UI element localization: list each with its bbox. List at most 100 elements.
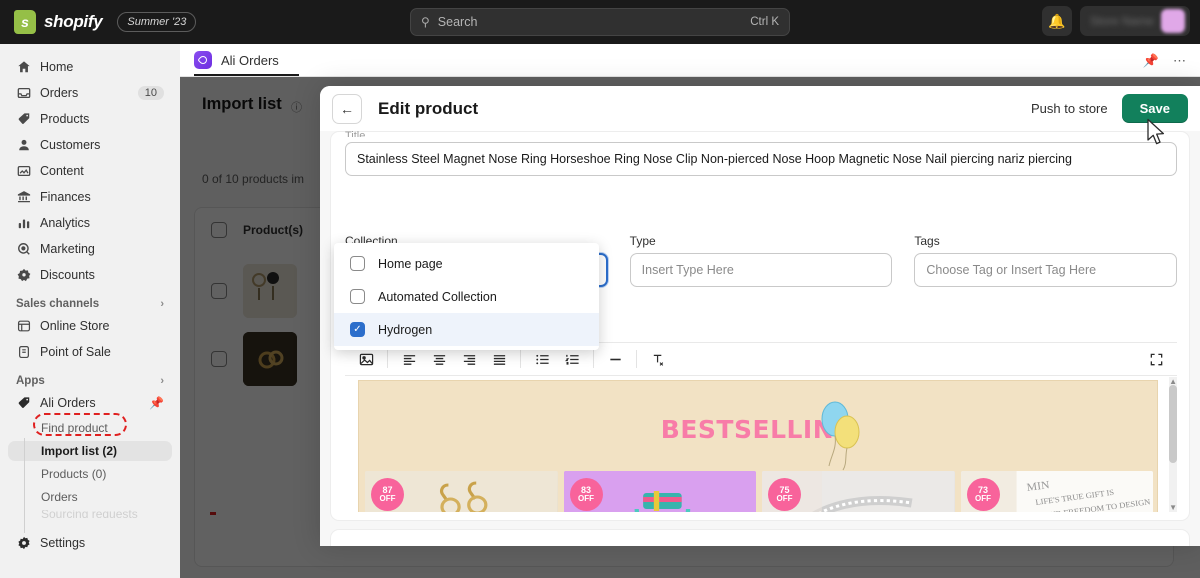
- toolbar-divider: [636, 350, 637, 368]
- description-scroll-down-icon[interactable]: ▼: [1169, 503, 1177, 512]
- type-input[interactable]: Insert Type Here: [629, 253, 893, 287]
- apps-label: Apps: [16, 375, 45, 387]
- app-submenu: Find product Import list (2) Products (0…: [0, 418, 180, 518]
- sidebar-item-label: Marketing: [40, 242, 95, 256]
- sidebar-item-label: Orders: [40, 86, 79, 100]
- sidebar-item-online-store[interactable]: Online Store: [8, 315, 172, 337]
- apps-section[interactable]: Apps ›: [16, 375, 164, 387]
- option-checkbox-checked[interactable]: ✓: [350, 322, 365, 337]
- option-checkbox[interactable]: [350, 289, 365, 304]
- back-arrow-icon: ←: [340, 100, 354, 117]
- product-title-input[interactable]: Stainless Steel Magnet Nose Ring Horsesh…: [345, 142, 1177, 176]
- discount-off-label: OFF: [578, 494, 594, 504]
- sidebar-item-products[interactable]: Products: [8, 108, 172, 130]
- discount-off-label: OFF: [776, 494, 793, 504]
- gear-icon: [16, 536, 31, 551]
- sidebar-item-home[interactable]: Home: [8, 56, 172, 78]
- pin-icon[interactable]: 📌: [1143, 53, 1159, 69]
- account-menu-button[interactable]: Store Name: [1079, 6, 1190, 36]
- clear-formatting-icon[interactable]: [643, 346, 673, 372]
- description-preview-area[interactable]: BESTSELLING 87 OFF 83 OFF 75 OFF MIN LIF…: [345, 377, 1177, 512]
- chevron-right-icon[interactable]: ›: [160, 298, 164, 310]
- pin-icon[interactable]: 📌: [149, 396, 164, 410]
- sub-item-label: Import list (2): [41, 444, 118, 458]
- products-tag-icon: [16, 112, 31, 127]
- sidebar-item-point-of-sale[interactable]: Point of Sale: [8, 341, 172, 363]
- modal-title: Edit product: [378, 98, 479, 118]
- sidebar-item-settings[interactable]: Settings: [8, 532, 172, 554]
- tags-input[interactable]: Choose Tag or Insert Tag Here: [914, 253, 1178, 287]
- dropdown-option-label: Automated Collection: [378, 289, 497, 304]
- notifications-button[interactable]: 🔔: [1041, 6, 1072, 36]
- sidebar-item-products-app[interactable]: Products (0): [8, 464, 172, 484]
- app-header: Ali Orders 📌 ⋯: [180, 44, 1200, 77]
- app-submenu-rail: [24, 438, 25, 533]
- tab-ali-orders[interactable]: Ali Orders: [194, 44, 279, 77]
- modal-header-actions: Push to store Save: [1031, 86, 1188, 131]
- discount-badge: 75 OFF: [768, 478, 801, 511]
- sub-item-label: Find product: [41, 421, 108, 435]
- discount-badge: 73 OFF: [966, 478, 1000, 511]
- point-of-sale-icon: [16, 345, 31, 360]
- sidebar-item-label: Products: [40, 112, 90, 126]
- version-badge: Summer '23: [117, 12, 197, 32]
- chevron-right-icon[interactable]: ›: [160, 375, 164, 387]
- horizontal-rule-icon[interactable]: [600, 346, 630, 372]
- push-to-store-button[interactable]: Push to store: [1031, 101, 1108, 116]
- sidebar-item-find-product[interactable]: Find product: [8, 418, 172, 438]
- sidebar-item-discounts[interactable]: Discounts: [8, 264, 172, 286]
- sidebar-item-label: Point of Sale: [40, 345, 111, 359]
- description-scroll-up-icon[interactable]: ▲: [1169, 377, 1177, 386]
- dropdown-option-automated-collection[interactable]: Automated Collection: [334, 280, 599, 313]
- back-button[interactable]: ←: [332, 93, 362, 124]
- sidebar-item-content[interactable]: Content: [8, 160, 172, 182]
- sidebar-item-label: Customers: [40, 138, 101, 152]
- fullscreen-icon[interactable]: [1141, 346, 1171, 372]
- global-search-bar[interactable]: ⚲ Search Ctrl K: [410, 8, 790, 36]
- sidebar-item-sourcing-requests[interactable]: Sourcing requests: [8, 510, 172, 518]
- toolbar-divider: [520, 350, 521, 368]
- sidebar-item-orders-app[interactable]: Orders: [8, 487, 172, 507]
- promo-product-card: 83 OFF: [563, 471, 756, 512]
- shopify-brand[interactable]: s shopify Summer '23: [0, 10, 197, 34]
- sidebar-item-import-list[interactable]: Import list (2): [8, 441, 172, 461]
- home-icon: [16, 60, 31, 75]
- toolbar-divider: [593, 350, 594, 368]
- modal-header: ← Edit product Push to store Save: [320, 86, 1200, 131]
- sidebar-item-analytics[interactable]: Analytics: [8, 212, 172, 234]
- dropdown-option-home-page[interactable]: Home page: [334, 247, 599, 280]
- variants-card: Variant (11): [330, 529, 1190, 546]
- option-checkbox[interactable]: [350, 256, 365, 271]
- search-input[interactable]: Search: [438, 15, 750, 29]
- orders-inbox-icon: [16, 86, 31, 101]
- discount-off-label: OFF: [379, 494, 396, 504]
- active-tab-indicator: [194, 73, 299, 76]
- type-field-group: Type Insert Type Here: [629, 234, 893, 287]
- sidebar-item-marketing[interactable]: Marketing: [8, 238, 172, 260]
- discounts-icon: [16, 268, 31, 283]
- sidebar-item-customers[interactable]: Customers: [8, 134, 172, 156]
- save-button[interactable]: Save: [1121, 94, 1188, 123]
- product-cards-strip: 87 OFF 83 OFF 75 OFF MIN LIFE'S TRUE GIF…: [363, 471, 1155, 512]
- ellipsis-icon[interactable]: ⋯: [1173, 53, 1186, 69]
- sidebar-item-label: Analytics: [40, 216, 91, 230]
- avatar: [1161, 9, 1185, 33]
- app-tab-label: Ali Orders: [221, 52, 279, 68]
- type-label: Type: [629, 234, 656, 248]
- sidebar-item-orders[interactable]: Orders 10: [8, 82, 172, 104]
- sales-channels-section[interactable]: Sales channels ›: [16, 298, 164, 310]
- discount-badge: 83 OFF: [569, 478, 603, 511]
- search-icon: ⚲: [421, 15, 430, 29]
- dropdown-option-hydrogen[interactable]: ✓ Hydrogen: [334, 313, 599, 346]
- sidebar-item-finances[interactable]: Finances: [8, 186, 172, 208]
- sub-item-label: Orders: [41, 490, 78, 504]
- primary-nav: Home Orders 10 Products Customers Conten…: [0, 44, 180, 286]
- search-shortcut-hint: Ctrl K: [750, 16, 779, 28]
- tags-field-group: Tags Choose Tag or Insert Tag Here: [914, 234, 1178, 287]
- main-sidebar: Home Orders 10 Products Customers Conten…: [0, 44, 180, 578]
- description-scrollbar-thumb[interactable]: [1169, 385, 1177, 463]
- sidebar-item-label: Ali Orders: [40, 396, 96, 410]
- sidebar-item-ali-orders[interactable]: Ali Orders 📌: [8, 392, 172, 414]
- bell-icon: 🔔: [1048, 12, 1066, 29]
- discount-off-label: OFF: [975, 494, 991, 504]
